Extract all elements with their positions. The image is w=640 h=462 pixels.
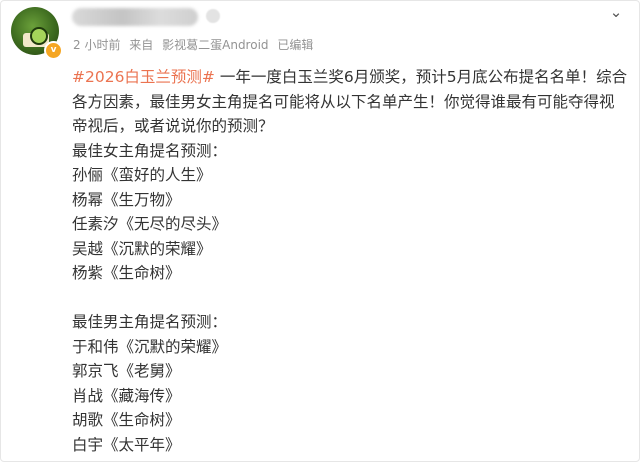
hashtag-link[interactable]: #2026白玉兰预测# (72, 68, 215, 86)
more-options-button[interactable]: ⌄ (604, 2, 628, 24)
post-time[interactable]: 2 小时前 (73, 38, 120, 52)
chevron-down-icon: ⌄ (609, 3, 623, 21)
actress-item: 杨幂《生万物》 (72, 190, 181, 209)
avatar-graphic-circle (30, 27, 48, 45)
actress-item: 杨紫《生命树》 (72, 264, 181, 282)
verified-badge-icon: v (44, 41, 63, 60)
actress-item: 任素汐《无尽的尽头》 (72, 215, 228, 233)
actor-item: 白宇《太平年》 (72, 435, 181, 454)
edited-label[interactable]: 已编辑 (277, 38, 313, 52)
actress-item: 孙俪《蛮好的人生》 (72, 166, 212, 184)
user-rank-icon (206, 9, 220, 23)
post-content: #2026白玉兰预测# 一年一度白玉兰奖6月颁奖，预计5月底公布提名名单！综合各… (72, 65, 628, 457)
actor-item: 郭京飞《老舅》 (72, 362, 181, 380)
actor-heading: 最佳男主角提名预测： (72, 313, 228, 331)
username-blurred[interactable] (72, 8, 198, 26)
source-prefix: 来自 (129, 38, 154, 52)
actor-item: 胡歌《生命树》 (72, 411, 181, 429)
post-intro: #2026白玉兰预测# 一年一度白玉兰奖6月颁奖，预计5月底公布提名名单！综合各… (72, 65, 628, 139)
post-meta: 2 小时前 来自 影视葛二蛋Android 已编辑 (73, 36, 318, 53)
actor-item: 肖战《藏海传》 (72, 386, 181, 405)
actor-item: 于和伟《沉默的荣耀》 (72, 337, 228, 356)
actress-item: 吴越《沉默的荣耀》 (72, 239, 212, 258)
actress-heading: 最佳女主角提名预测： (72, 141, 228, 160)
post-source[interactable]: 影视葛二蛋Android (162, 38, 268, 52)
